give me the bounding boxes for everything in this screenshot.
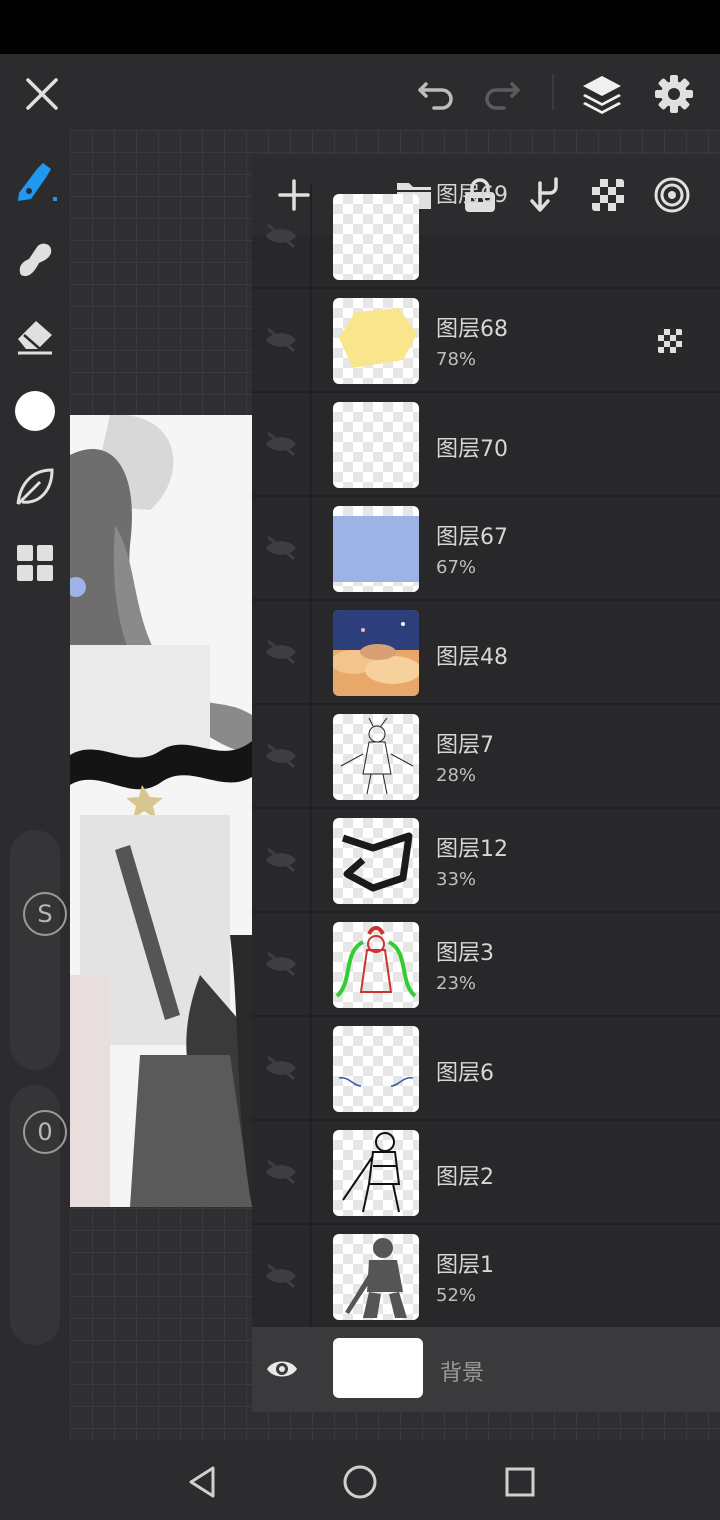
background-thumbnail bbox=[333, 1338, 423, 1398]
layer-thumbnail bbox=[333, 1234, 419, 1320]
layer-opacity: 67% bbox=[436, 557, 477, 578]
layer-row[interactable]: 图层67 67% bbox=[252, 497, 720, 601]
visibility-toggle[interactable] bbox=[252, 1017, 312, 1119]
brush-size-slider[interactable]: S bbox=[10, 830, 67, 1070]
visibility-toggle[interactable] bbox=[252, 289, 312, 391]
layer-name: 图层3 bbox=[436, 941, 494, 966]
layer-opacity: 33% bbox=[436, 869, 477, 890]
pen-icon[interactable] bbox=[10, 158, 60, 208]
opacity-slider-label: 0 bbox=[23, 1110, 67, 1154]
layer-opacity: 78% bbox=[436, 349, 477, 370]
system-nav-bar bbox=[0, 1440, 720, 1520]
layer-row[interactable]: 图层3 23% bbox=[252, 913, 720, 1017]
layer-name: 图层12 bbox=[436, 837, 508, 862]
layer-name: 图层68 bbox=[436, 317, 508, 342]
visibility-toggle[interactable] bbox=[252, 705, 312, 807]
visibility-toggle[interactable] bbox=[252, 497, 312, 599]
layer-row[interactable]: 图层1 52% bbox=[252, 1225, 720, 1329]
leaf-icon[interactable] bbox=[10, 462, 60, 512]
layer-row[interactable]: 图层12 33% bbox=[252, 809, 720, 913]
layer-thumbnail bbox=[333, 298, 419, 384]
status-bar bbox=[0, 0, 720, 54]
layer-thumbnail bbox=[333, 610, 419, 696]
artwork-preview bbox=[70, 415, 252, 1207]
layer-name: 图层7 bbox=[436, 733, 494, 758]
layers-icon[interactable] bbox=[578, 70, 626, 118]
home-icon[interactable] bbox=[338, 1460, 382, 1504]
background-layer-name: 背景 bbox=[440, 1361, 485, 1386]
visibility-toggle[interactable] bbox=[252, 809, 312, 911]
layer-row[interactable]: 图层2 bbox=[252, 1121, 720, 1225]
top-toolbar bbox=[0, 54, 720, 130]
layers-panel: 图层69 图层68 78% 图层70 图层67 67% 图层48 图层7 28%… bbox=[252, 155, 720, 1412]
layer-row[interactable]: 图层48 bbox=[252, 601, 720, 705]
layer-thumbnail bbox=[333, 194, 419, 280]
size-slider-label: S bbox=[23, 892, 67, 936]
layer-name: 图层6 bbox=[436, 1061, 494, 1086]
layer-opacity: 23% bbox=[436, 973, 477, 994]
layer-row[interactable]: 图层6 bbox=[252, 1017, 720, 1121]
brush-opacity-slider[interactable]: 0 bbox=[10, 1085, 67, 1345]
layer-row[interactable]: 图层68 78% bbox=[252, 289, 720, 393]
background-layer-row[interactable]: 背景 bbox=[252, 1327, 720, 1412]
layer-thumbnail bbox=[333, 1026, 419, 1112]
layer-thumbnail bbox=[333, 1130, 419, 1216]
smudge-icon[interactable] bbox=[10, 234, 60, 284]
color-icon[interactable] bbox=[10, 386, 60, 436]
layer-name: 图层48 bbox=[436, 645, 508, 670]
layer-name: 图层67 bbox=[436, 525, 508, 550]
layer-row[interactable]: 图层69 bbox=[252, 183, 720, 289]
back-icon[interactable] bbox=[180, 1460, 224, 1504]
redo-icon[interactable] bbox=[480, 72, 524, 116]
toolbar-divider bbox=[552, 74, 554, 110]
layer-thumbnail bbox=[333, 714, 419, 800]
visibility-toggle[interactable] bbox=[252, 185, 312, 287]
layer-name: 图层1 bbox=[436, 1253, 494, 1278]
alpha-lock-icon bbox=[656, 327, 684, 355]
visibility-toggle[interactable] bbox=[252, 1121, 312, 1223]
layer-thumbnail bbox=[333, 922, 419, 1008]
grid-icon[interactable] bbox=[10, 538, 60, 588]
visibility-toggle[interactable] bbox=[252, 393, 312, 495]
gear-icon[interactable] bbox=[650, 70, 698, 118]
layer-thumbnail bbox=[333, 818, 419, 904]
eye-icon[interactable] bbox=[264, 1349, 300, 1389]
layer-opacity: 52% bbox=[436, 1285, 477, 1306]
eraser-icon[interactable] bbox=[10, 310, 60, 360]
close-icon[interactable] bbox=[20, 72, 64, 116]
layer-row[interactable]: 图层7 28% bbox=[252, 705, 720, 809]
undo-icon[interactable] bbox=[414, 72, 458, 116]
recents-icon[interactable] bbox=[498, 1460, 542, 1504]
visibility-toggle[interactable] bbox=[252, 601, 312, 703]
layer-name: 图层69 bbox=[436, 183, 508, 208]
layer-thumbnail bbox=[333, 402, 419, 488]
layer-name: 图层70 bbox=[436, 437, 508, 462]
left-toolbar: S 0 bbox=[0, 130, 70, 1440]
visibility-toggle[interactable] bbox=[252, 1225, 312, 1327]
layer-thumbnail bbox=[333, 506, 419, 592]
layer-row[interactable]: 图层70 bbox=[252, 393, 720, 497]
layer-opacity: 28% bbox=[436, 765, 477, 786]
layer-name: 图层2 bbox=[436, 1165, 494, 1190]
visibility-toggle[interactable] bbox=[252, 913, 312, 1015]
